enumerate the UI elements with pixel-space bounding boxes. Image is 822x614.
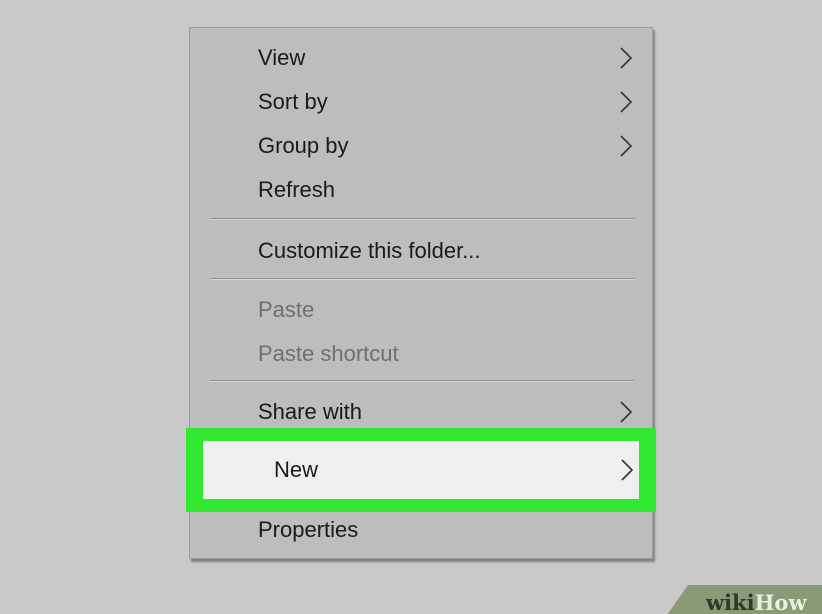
highlight-box: New <box>186 428 656 512</box>
menu-item-label: Sort by <box>258 89 328 114</box>
menu-item-label: Group by <box>258 133 349 158</box>
chevron-right-icon <box>620 401 633 423</box>
chevron-right-icon <box>620 47 633 69</box>
menu-item-sort-by[interactable]: Sort by <box>190 82 654 122</box>
menu-item-label: Customize this folder... <box>258 238 481 263</box>
menu-item-customize-folder[interactable]: Customize this folder... <box>190 231 654 271</box>
menu-item-label: Properties <box>258 517 359 542</box>
menu-item-view[interactable]: View <box>190 38 654 78</box>
menu-item-label: New <box>274 457 319 482</box>
watermark-logo: wikiHow <box>706 590 807 614</box>
menu-item-paste-shortcut[interactable]: Paste shortcut <box>190 334 654 374</box>
chevron-right-icon <box>620 91 633 113</box>
menu-separator <box>210 380 634 382</box>
chevron-right-icon <box>620 135 633 157</box>
chevron-right-icon <box>621 459 634 481</box>
menu-item-label: View <box>258 45 306 70</box>
menu-item-label: Share with <box>258 399 362 424</box>
menu-item-share-with[interactable]: Share with <box>190 392 654 432</box>
menu-separator <box>210 218 634 220</box>
menu-item-label: Paste <box>258 297 315 322</box>
watermark-how: How <box>754 590 807 614</box>
watermark-wiki: wiki <box>706 590 755 614</box>
menu-item-properties[interactable]: Properties <box>190 510 654 550</box>
menu-item-group-by[interactable]: Group by <box>190 126 654 166</box>
menu-separator <box>210 278 634 280</box>
desktop-background: View Sort by Group by Refresh Customize … <box>0 0 822 614</box>
wikihow-watermark: wikiHow <box>660 585 822 614</box>
menu-item-refresh[interactable]: Refresh <box>190 170 654 210</box>
menu-item-paste[interactable]: Paste <box>190 290 654 330</box>
menu-item-new[interactable]: New <box>203 441 639 499</box>
menu-item-label: Refresh <box>258 177 336 202</box>
menu-item-label: Paste shortcut <box>258 341 399 366</box>
